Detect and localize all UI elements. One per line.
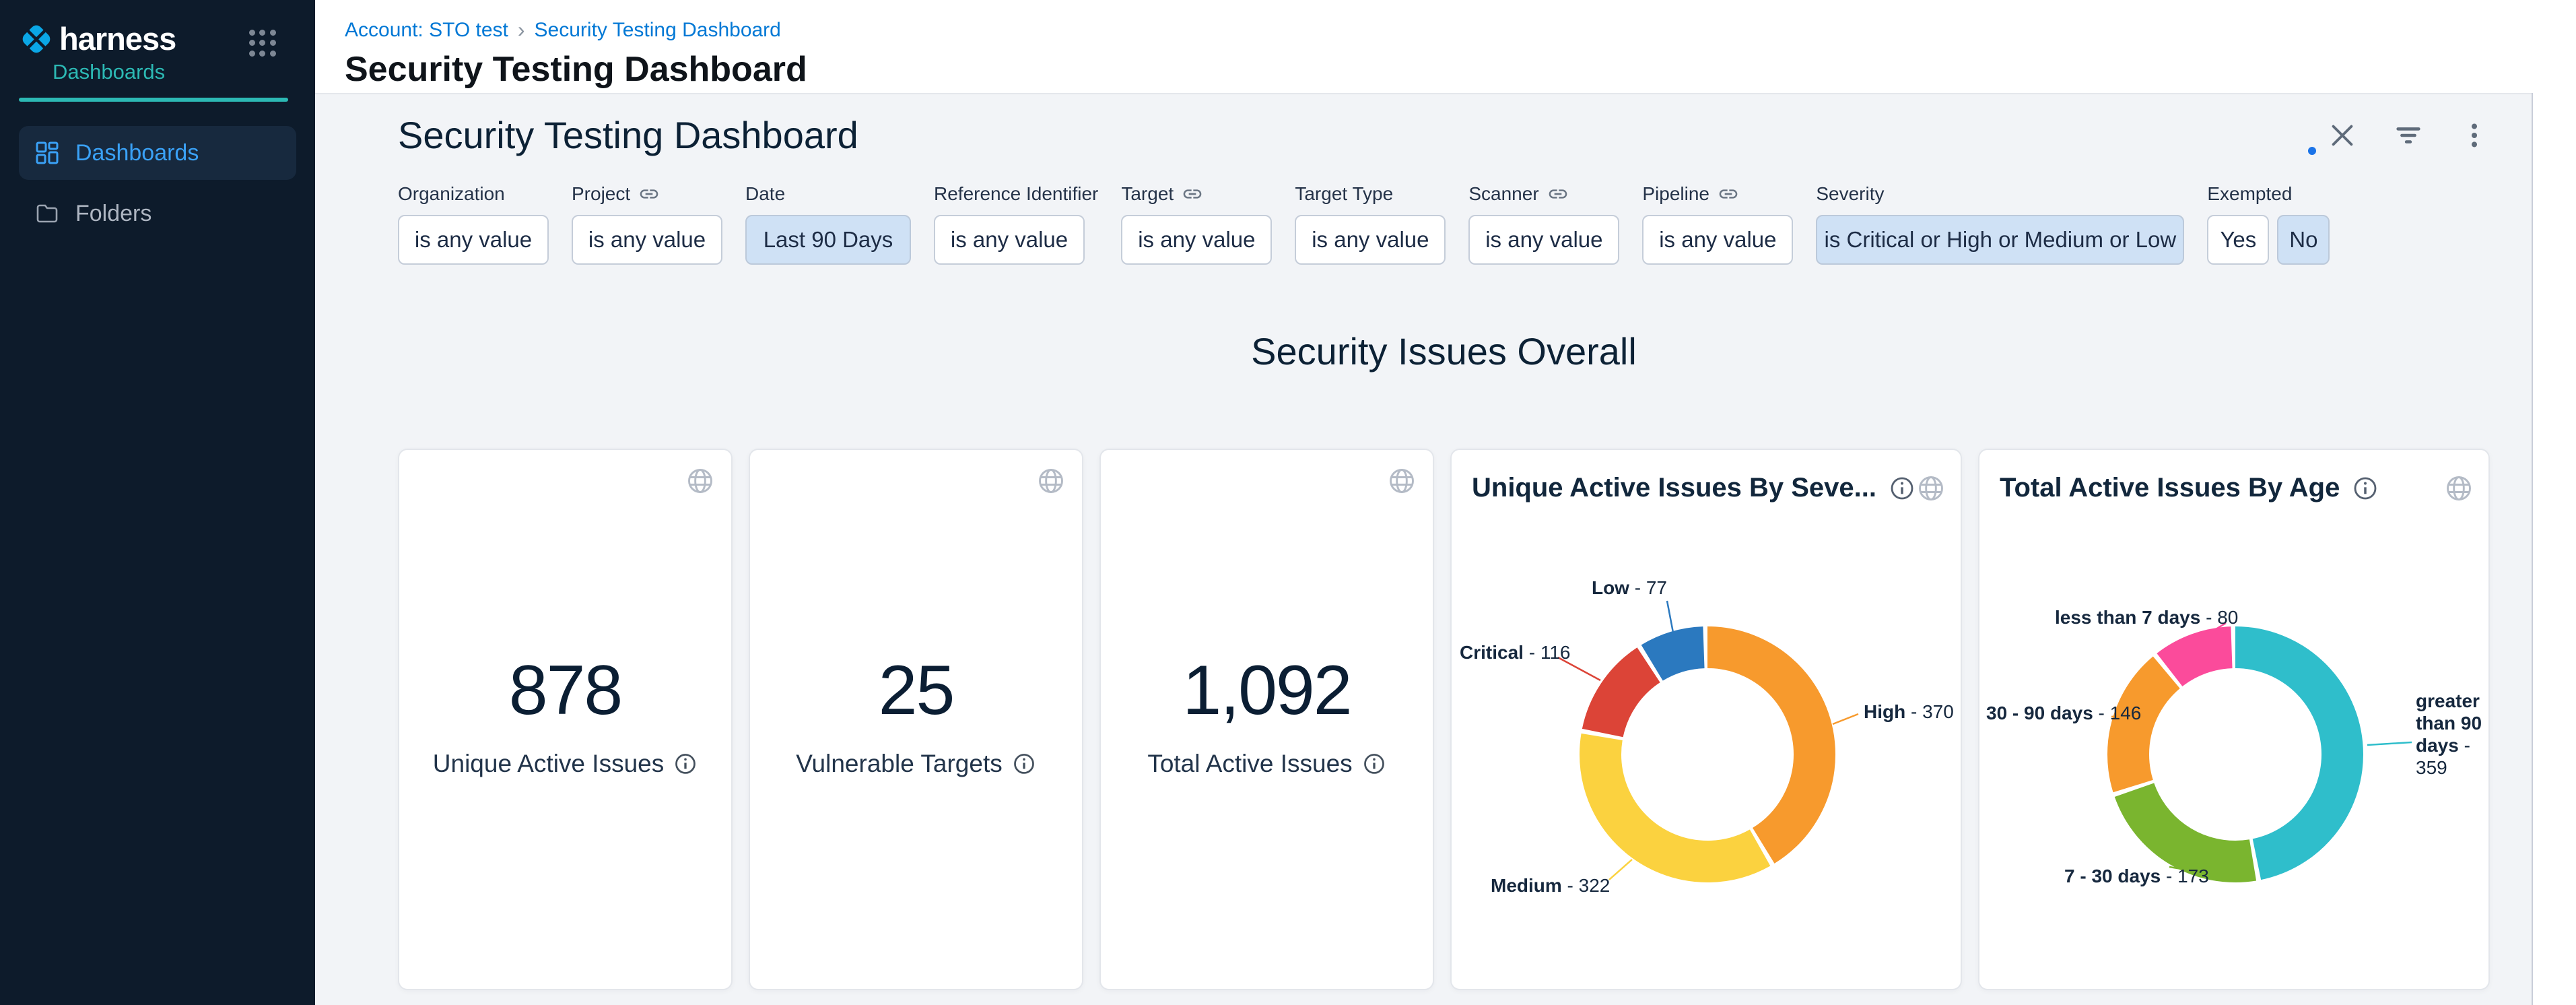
- filter-label: Target Type: [1295, 183, 1393, 205]
- stat-value: 878: [399, 651, 731, 731]
- dashboard-content: Security Testing Dashboard Organization …: [315, 94, 2532, 1005]
- filter-pipeline-value[interactable]: is any value: [1642, 215, 1793, 265]
- filter-label: Target: [1121, 183, 1174, 205]
- donut-callout-critical: Critical - 116: [1460, 641, 1570, 664]
- exempted-no-button[interactable]: No: [2277, 215, 2330, 265]
- sidebar-item-dashboards[interactable]: Dashboards: [19, 126, 296, 180]
- filter-reference-identifier: Reference Identifier is any value: [934, 183, 1098, 265]
- filter-date: Date Last 90 Days: [745, 183, 911, 265]
- filter-label: Organization: [398, 183, 505, 205]
- donut-callout-high: High - 370: [1864, 701, 1954, 723]
- info-icon[interactable]: [1012, 752, 1036, 776]
- filter-icon[interactable]: [2393, 120, 2424, 151]
- app-grid-icon[interactable]: [249, 30, 276, 57]
- filter-label: Severity: [1816, 183, 1884, 205]
- stat-value: 1,092: [1101, 651, 1433, 731]
- filter-exempted: Exempted Yes No: [2207, 183, 2330, 265]
- link-icon: [1547, 183, 1569, 205]
- filter-target-value[interactable]: is any value: [1121, 215, 1272, 265]
- sidebar: harness Dashboards Dashboards: [0, 0, 315, 1005]
- filter-label: Reference Identifier: [934, 183, 1098, 205]
- info-icon[interactable]: [1362, 752, 1386, 776]
- info-icon[interactable]: [673, 752, 698, 776]
- breadcrumb-page-link[interactable]: Security Testing Dashboard: [535, 19, 781, 42]
- tile-total-active-issues: 1,092 Total Active Issues: [1099, 449, 1434, 990]
- link-icon: [1182, 183, 1203, 205]
- donut-callout-low: Low - 77: [1531, 577, 1667, 599]
- link-icon: [1718, 183, 1739, 205]
- globe-icon[interactable]: [1916, 474, 1946, 503]
- filter-label: Date: [745, 183, 785, 205]
- filter-target: Target is any value: [1121, 183, 1272, 265]
- tile-vulnerable-targets: 25 Vulnerable Targets: [749, 449, 1083, 990]
- donut-callout-7-30: 7 - 30 days - 173: [2064, 865, 2209, 888]
- filter-date-value[interactable]: Last 90 Days: [745, 215, 911, 265]
- breadcrumb-chevron-icon: ›: [518, 18, 525, 42]
- stat-value: 25: [750, 651, 1082, 731]
- donut-callout-less-7: less than 7 days - 80: [2055, 606, 2225, 629]
- sidebar-item-label: Folders: [75, 201, 151, 227]
- filter-severity: Severity is Critical or High or Medium o…: [1816, 183, 2184, 265]
- module-accent-rule: [19, 98, 288, 102]
- globe-icon[interactable]: [1387, 466, 1417, 496]
- stat-label: Vulnerable Targets: [796, 750, 1002, 778]
- chart-unique-active-issues-by-severity: Unique Active Issues By Seve... High - 3…: [1450, 449, 1962, 990]
- filter-target-type-value[interactable]: is any value: [1295, 215, 1446, 265]
- scrollbar-rail[interactable]: [2532, 93, 2576, 1005]
- exempted-yes-button[interactable]: Yes: [2207, 215, 2269, 265]
- chart-total-active-issues-by-age: Total Active Issues By Age greater than …: [1978, 449, 2490, 990]
- filter-label: Pipeline: [1642, 183, 1709, 205]
- globe-icon[interactable]: [2444, 474, 2474, 503]
- filter-target-type: Target Type is any value: [1295, 183, 1446, 265]
- tile-unique-active-issues: 878 Unique Active Issues: [398, 449, 733, 990]
- module-label: Dashboards: [53, 60, 296, 84]
- filter-label: Scanner: [1468, 183, 1538, 205]
- kebab-menu-icon[interactable]: [2459, 120, 2490, 151]
- filter-organization-value[interactable]: is any value: [398, 215, 549, 265]
- filter-project-value[interactable]: is any value: [572, 215, 722, 265]
- page-header: Account: STO test › Security Testing Das…: [315, 0, 2576, 94]
- cursor-dot: [2308, 147, 2316, 155]
- breadcrumb: Account: STO test › Security Testing Das…: [345, 18, 2576, 42]
- filter-scanner: Scanner is any value: [1468, 183, 1619, 265]
- chart-title: Unique Active Issues By Seve...: [1472, 473, 1876, 503]
- sidebar-item-label: Dashboards: [75, 140, 199, 166]
- link-icon: [638, 183, 660, 205]
- filter-project: Project is any value: [572, 183, 722, 265]
- info-icon[interactable]: [1889, 475, 1916, 502]
- dashboards-icon: [35, 141, 59, 165]
- brand-wordmark: harness: [59, 20, 176, 57]
- globe-icon[interactable]: [685, 466, 715, 496]
- folder-icon: [35, 201, 59, 226]
- filter-label: Exempted: [2207, 183, 2292, 205]
- chart-title: Total Active Issues By Age: [2000, 473, 2340, 503]
- filter-scanner-value[interactable]: is any value: [1468, 215, 1619, 265]
- breadcrumb-account-link[interactable]: Account: STO test: [345, 19, 508, 42]
- dashboard-title: Security Testing Dashboard: [398, 113, 858, 157]
- section-heading: Security Issues Overall: [398, 329, 2490, 373]
- stat-label: Unique Active Issues: [433, 750, 664, 778]
- sidebar-item-folders[interactable]: Folders: [19, 187, 296, 240]
- close-icon[interactable]: [2327, 120, 2358, 151]
- info-icon[interactable]: [2352, 475, 2379, 502]
- donut-callout-30-90: 30 - 90 days - 146: [1986, 702, 2141, 725]
- harness-logo-icon: [19, 22, 54, 57]
- donut-callout-greater-90: greater than 90 days - 359: [2416, 690, 2495, 779]
- filter-bar: Organization is any value Project is any…: [398, 183, 2532, 265]
- filter-severity-value[interactable]: is Critical or High or Medium or Low: [1816, 215, 2184, 265]
- page-title: Security Testing Dashboard: [345, 49, 2576, 90]
- filter-organization: Organization is any value: [398, 183, 549, 265]
- stat-label: Total Active Issues: [1147, 750, 1352, 778]
- filter-reference-identifier-value[interactable]: is any value: [934, 215, 1085, 265]
- filter-label: Project: [572, 183, 630, 205]
- filter-pipeline: Pipeline is any value: [1642, 183, 1793, 265]
- globe-icon[interactable]: [1036, 466, 1066, 496]
- donut-callout-medium: Medium - 322: [1491, 874, 1610, 897]
